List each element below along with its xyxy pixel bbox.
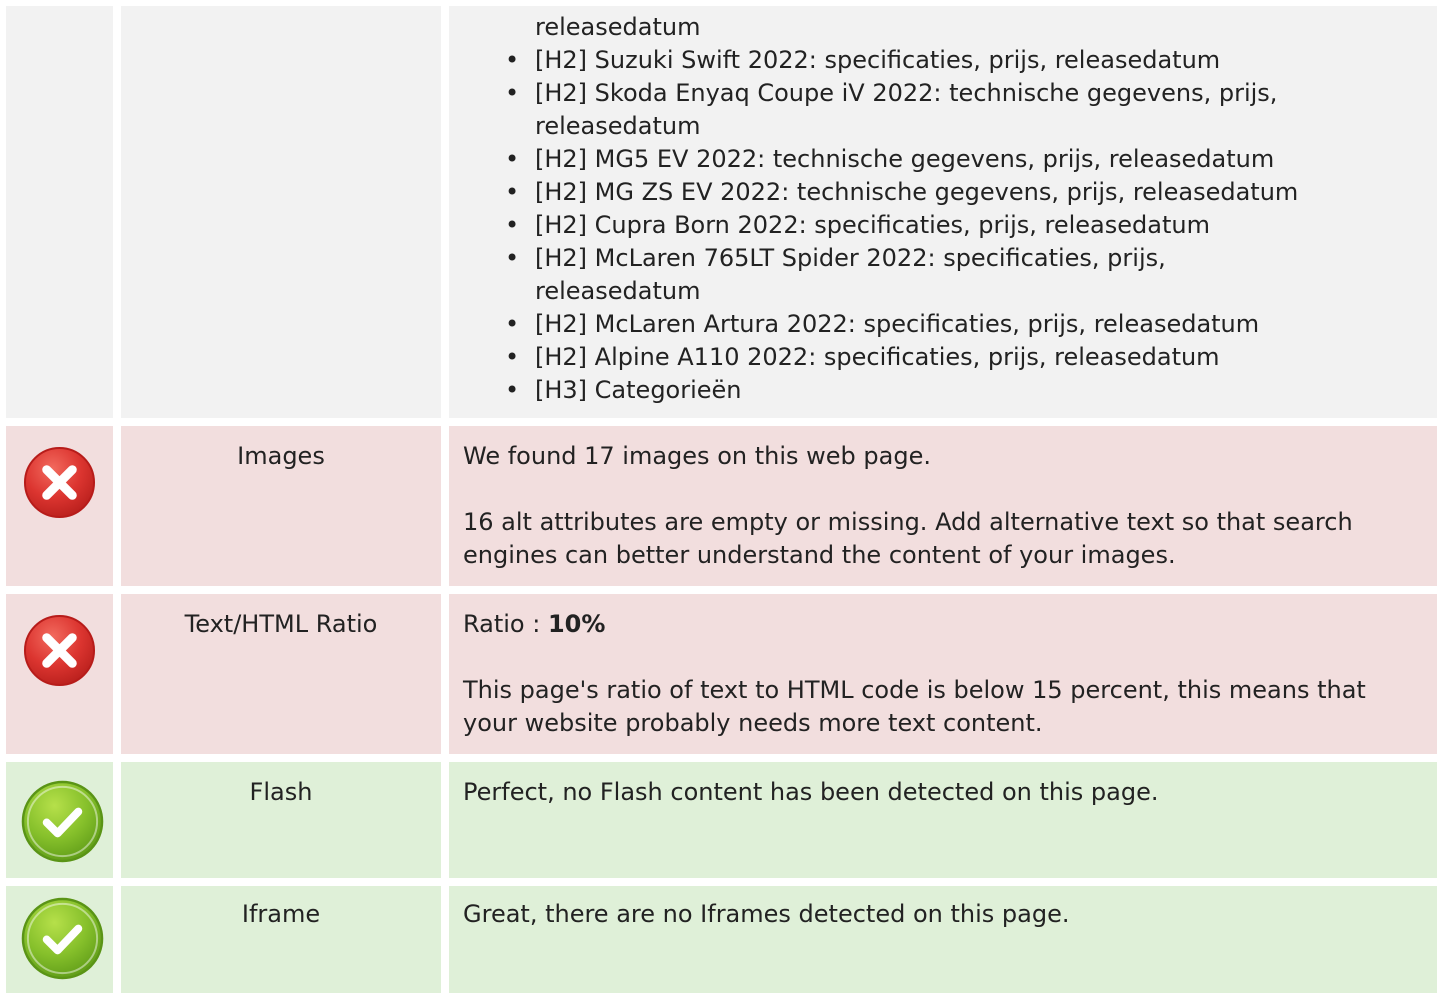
heading-item: [H2] MG ZS EV 2022: technische gegevens,… xyxy=(505,176,1431,209)
check-label: Iframe xyxy=(241,900,321,928)
check-label: Text/HTML Ratio xyxy=(184,610,378,638)
headings-cell: releasedatum [H2] Suzuki Swift 2022: spe… xyxy=(449,6,1437,418)
check-icon xyxy=(21,780,104,863)
label-cell xyxy=(121,6,441,418)
heading-item: [H2] Skoda Enyaq Coupe iV 2022: technisc… xyxy=(505,77,1431,110)
check-label: Flash xyxy=(249,778,313,806)
ratio-prefix: Ratio : xyxy=(463,610,548,638)
label-cell: Images xyxy=(121,426,441,586)
heading-item: [H2] MG5 EV 2022: technische gegevens, p… xyxy=(505,143,1431,176)
description-cell: Perfect, no Flash content has been detec… xyxy=(449,762,1437,878)
check-description: Great, there are no Iframes detected on … xyxy=(463,898,1427,931)
status-cell xyxy=(6,594,113,754)
check-label: Images xyxy=(237,442,325,470)
ratio-check-row: Text/HTML Ratio Ratio : 10% This page's … xyxy=(0,594,1443,754)
headings-row: releasedatum [H2] Suzuki Swift 2022: spe… xyxy=(0,6,1443,418)
description-line: This page's ratio of text to HTML code i… xyxy=(463,676,1366,737)
ratio-line: Ratio : 10% xyxy=(463,608,1427,641)
iframe-check-row: Iframe Great, there are no Iframes detec… xyxy=(0,886,1443,993)
label-cell: Flash xyxy=(121,762,441,878)
description-cell: We found 17 images on this web page. 16 … xyxy=(449,426,1437,586)
check-description: We found 17 images on this web page. 16 … xyxy=(463,440,1427,572)
check-icon xyxy=(21,897,104,980)
heading-item: [H2] Suzuki Swift 2022: specificaties, p… xyxy=(505,44,1431,77)
images-check-row: Images We found 17 images on this web pa… xyxy=(0,426,1443,586)
cross-icon xyxy=(23,446,96,519)
heading-item: [H2] McLaren 765LT Spider 2022: specific… xyxy=(505,242,1431,275)
heading-item: releasedatum xyxy=(535,277,701,305)
description-line: 16 alt attributes are empty or missing. … xyxy=(463,508,1353,569)
heading-item: [H2] McLaren Artura 2022: specificaties,… xyxy=(505,308,1431,341)
status-cell xyxy=(6,426,113,586)
check-description: Perfect, no Flash content has been detec… xyxy=(463,776,1427,809)
label-cell: Iframe xyxy=(121,886,441,993)
cross-icon xyxy=(23,614,96,687)
headings-list: releasedatum [H2] Suzuki Swift 2022: spe… xyxy=(505,11,1431,407)
heading-item: [H3] Categorieën xyxy=(505,374,1431,407)
status-cell xyxy=(6,6,113,418)
ratio-value: 10% xyxy=(547,610,606,638)
heading-item: [H2] Cupra Born 2022: specificaties, pri… xyxy=(505,209,1431,242)
heading-item: releasedatum xyxy=(535,112,701,140)
status-cell xyxy=(6,762,113,878)
description-cell: Great, there are no Iframes detected on … xyxy=(449,886,1437,993)
status-cell xyxy=(6,886,113,993)
heading-item: [H2] Alpine A110 2022: specificaties, pr… xyxy=(505,341,1431,374)
description-line: Perfect, no Flash content has been detec… xyxy=(463,778,1159,806)
check-description: Ratio : 10% This page's ratio of text to… xyxy=(463,608,1427,740)
heading-item: releasedatum xyxy=(535,13,701,41)
flash-check-row: Flash Perfect, no Flash content has been… xyxy=(0,762,1443,878)
description-line: Great, there are no Iframes detected on … xyxy=(463,900,1070,928)
description-line: We found 17 images on this web page. xyxy=(463,442,931,470)
description-cell: Ratio : 10% This page's ratio of text to… xyxy=(449,594,1437,754)
label-cell: Text/HTML Ratio xyxy=(121,594,441,754)
